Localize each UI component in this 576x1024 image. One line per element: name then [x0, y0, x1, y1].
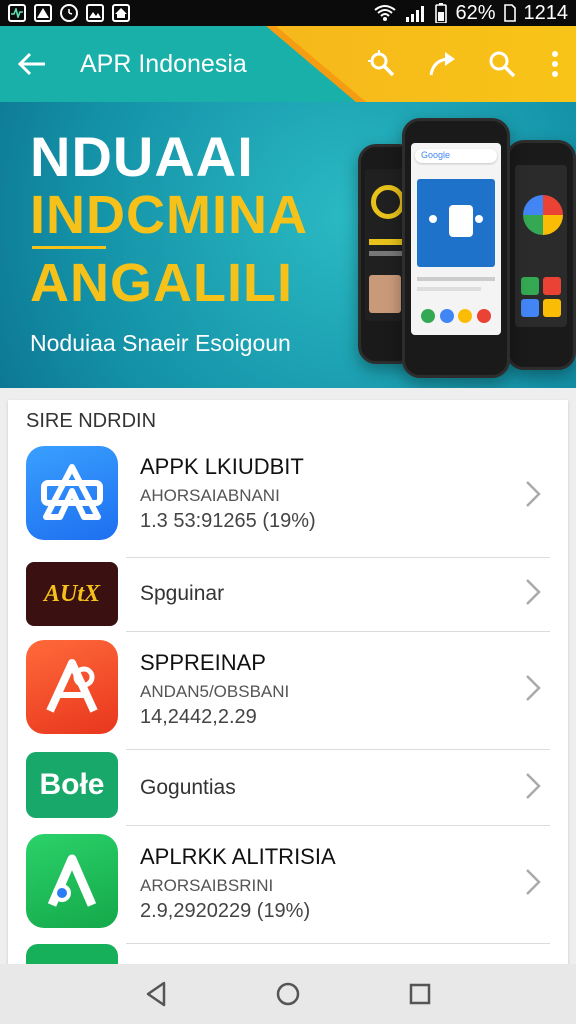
- back-button[interactable]: [14, 44, 50, 84]
- timer-icon: [60, 4, 78, 22]
- app-subtitle: Goguntias: [140, 776, 236, 799]
- banner-headline-1: NDUAAI: [30, 125, 254, 188]
- list-item[interactable]: Bołe Goguntias: [8, 750, 568, 826]
- app-bar: APR Indonesia: [0, 26, 576, 102]
- banner-headline-3: ANGALILI: [30, 253, 293, 313]
- home-nav-icon: [276, 982, 300, 1006]
- app-developer: ARORSAIBSRINI: [140, 876, 274, 895]
- share-icon: [429, 52, 455, 76]
- app-developer: AHORSAIABNANI: [140, 486, 280, 505]
- battery-icon: [435, 3, 448, 23]
- chevron-right-icon: [522, 768, 544, 804]
- chevron-right-icon: [522, 574, 544, 610]
- recents-nav-icon: [409, 983, 431, 1005]
- navigation-bar: [0, 964, 576, 1024]
- arrow-left-icon: [17, 52, 45, 76]
- battery-percent: 62%: [455, 1, 496, 24]
- section-heading: SIRE NDRDIN: [26, 410, 157, 432]
- chevron-right-icon: [522, 864, 544, 900]
- search-icon: [489, 51, 516, 78]
- aux-logo-icon: AUtX: [26, 562, 118, 626]
- magic-button[interactable]: [364, 44, 400, 84]
- banner-tagline: Noduiaa Snaeir Esoigoun: [30, 330, 291, 356]
- list-item[interactable]: APPK LKIUDBIT AHORSAIABNANI 1.3 53:91265…: [8, 440, 568, 558]
- app-list-card: SIRE NDRDIN APPK LKIUDBIT AHORSAIABNANI …: [8, 400, 568, 966]
- a-icon: [34, 4, 52, 22]
- bole-logo-text: Bołe: [39, 768, 105, 801]
- list-item[interactable]: SPPREINAP ANDAN5/OBSBANI 14,2442,2.29: [8, 632, 568, 750]
- chevron-right-icon: [522, 670, 544, 706]
- list-item[interactable]: AUtX Spguinar: [8, 558, 568, 632]
- phone-search-brand: Google: [421, 150, 451, 160]
- back-nav-icon: [146, 981, 166, 1007]
- share-button[interactable]: [424, 44, 460, 84]
- house-icon: [112, 4, 130, 22]
- app-developer: ANDAN5/OBSBANI: [140, 682, 290, 701]
- bole-logo-icon: Bołe: [26, 752, 118, 818]
- signal-icon: [405, 4, 427, 22]
- list-item[interactable]: APLRKK ALITRISIA ARORSAIBSRINI 2.9,29202…: [8, 826, 568, 944]
- phone-mockup-right: [506, 140, 576, 370]
- red-a-icon: [26, 640, 118, 734]
- promo-banner[interactable]: NDUAAI INDCMINA ANGALILI Noduiaa Snaeir …: [0, 102, 576, 388]
- app-meta: 1.3 53:91265 (19%): [140, 510, 316, 532]
- app-store-icon: [26, 446, 118, 540]
- screen: 62% 1214 APR Indonesia NDUAAI INDCMINA A…: [0, 0, 576, 1024]
- phone-app-card: [417, 179, 495, 267]
- app-bar-title: APR Indonesia: [80, 50, 247, 78]
- banner-divider: [32, 246, 106, 249]
- back-nav-button[interactable]: [131, 969, 181, 1019]
- banner-headline-2: INDCMINA: [30, 185, 308, 245]
- app-name: APPK LKIUDBIT: [140, 454, 304, 479]
- sim-card-icon: [503, 4, 516, 22]
- magic-icon: [368, 50, 395, 77]
- clock: 1214: [523, 1, 569, 24]
- activity-icon: [8, 4, 26, 22]
- aux-logo-text: AUtX: [43, 580, 100, 607]
- green-a-icon: [26, 834, 118, 928]
- image-icon: [86, 4, 104, 22]
- phone-search-bar: Google: [415, 149, 497, 163]
- app-name: APLRKK ALITRISIA: [140, 844, 336, 869]
- recents-nav-button[interactable]: [395, 969, 445, 1019]
- chevron-right-icon: [522, 476, 544, 512]
- app-meta: 14,2442,2.29: [140, 706, 257, 728]
- phone-center-screen: Google: [411, 143, 501, 335]
- more-icon: [552, 51, 558, 77]
- app-icon-partial: [26, 944, 118, 966]
- search-button[interactable]: [484, 44, 520, 84]
- phone-mockup-center: Google: [402, 118, 510, 378]
- home-nav-button[interactable]: [263, 969, 313, 1019]
- phone-right-screen: [515, 165, 567, 327]
- more-options-button[interactable]: [544, 44, 566, 84]
- wifi-icon: [373, 4, 397, 22]
- app-bar-actions: [364, 44, 566, 84]
- system-indicators: 62% 1214: [373, 2, 568, 25]
- app-subtitle: Spguinar: [140, 582, 225, 605]
- phone-dock: [421, 309, 491, 325]
- app-name: SPPREINAP: [140, 650, 266, 675]
- notification-icons: [8, 4, 130, 22]
- status-bar: 62% 1214: [0, 0, 576, 26]
- app-meta: 2.9,2920229 (19%): [140, 900, 311, 922]
- list-item[interactable]: [8, 944, 568, 966]
